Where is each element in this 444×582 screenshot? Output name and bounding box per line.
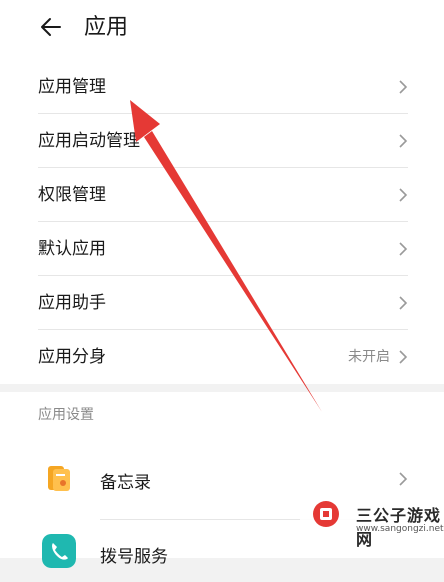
chevron-right-icon (399, 296, 408, 310)
menu-item-label: 权限管理 (38, 185, 106, 205)
notepad-icon (42, 462, 76, 496)
phone-icon (42, 534, 76, 568)
menu-item-label: 应用分身 (38, 347, 106, 367)
watermark-url: www.sangongzi.net (356, 524, 444, 534)
menu-item-label: 应用助手 (38, 293, 106, 313)
menu-card: 应用管理 应用启动管理 权限管理 默认应用 应用助手 应用分身 未开启 (0, 60, 444, 384)
menu-item-label: 应用启动管理 (38, 131, 140, 151)
chevron-right-icon (399, 472, 408, 486)
menu-item-label: 应用管理 (38, 77, 106, 97)
menu-item-permissions[interactable]: 权限管理 (0, 168, 444, 222)
menu-item-app-assistant[interactable]: 应用助手 (0, 276, 444, 330)
app-name: 备忘录 (100, 473, 151, 493)
watermark: 三公子游戏网 www.sangongzi.net (300, 486, 444, 558)
menu-item-label: 默认应用 (38, 239, 106, 259)
menu-item-app-twin[interactable]: 应用分身 未开启 (0, 330, 444, 384)
menu-item-app-launch[interactable]: 应用启动管理 (0, 114, 444, 168)
page-title: 应用 (84, 15, 129, 40)
chevron-right-icon (399, 188, 408, 202)
menu-item-app-management[interactable]: 应用管理 (0, 60, 444, 114)
chevron-right-icon (399, 134, 408, 148)
app-name: 拨号服务 (100, 547, 168, 567)
chevron-right-icon (399, 242, 408, 256)
header-bar: 应用 (0, 0, 444, 60)
menu-item-default-apps[interactable]: 默认应用 (0, 222, 444, 276)
chevron-right-icon (399, 80, 408, 94)
arrow-left-icon[interactable] (38, 14, 64, 40)
section-label: 应用设置 (38, 407, 94, 423)
chevron-right-icon (399, 350, 408, 364)
logo-icon (313, 501, 339, 527)
status-text: 未开启 (348, 349, 390, 365)
